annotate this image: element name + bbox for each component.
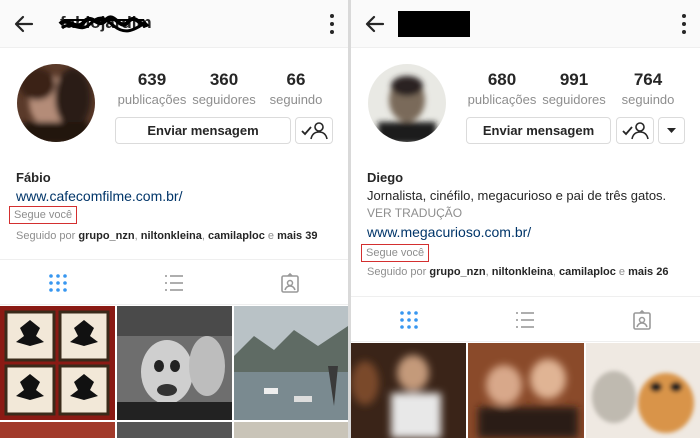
stat-followers[interactable]: 360 seguidores [186,70,262,107]
post-thumbnail[interactable] [117,306,232,420]
stat-number: 764 [633,70,663,89]
avatar[interactable] [17,64,95,142]
profile-bio: Jornalista, cinéfilo, megacurioso e pai … [367,188,667,203]
suggestions-dropdown-button[interactable] [658,117,685,144]
grid-icon[interactable] [47,272,69,294]
follows-you-badge: Segue você [9,206,78,224]
profile-panel-left: fabiojardim 639 publicações 360 seguidor… [0,0,348,438]
list-icon[interactable] [163,272,185,294]
profile-tabs [0,259,348,305]
stat-number: 639 [137,70,167,89]
website-link[interactable]: www.megacurioso.com.br/ [367,224,531,240]
followed-by-text[interactable]: Seguido por grupo_nzn, niltonkleina, cam… [16,230,317,242]
send-message-button[interactable]: Enviar mensagem [466,117,611,144]
stat-number: 360 [209,70,239,89]
send-message-button[interactable]: Enviar mensagem [115,117,291,144]
translate-link[interactable]: VER TRADUÇÃO [367,206,462,220]
followed-user[interactable]: camilaploc [208,230,265,242]
chevron-down-icon [667,128,676,133]
back-arrow-icon[interactable] [12,12,36,36]
stat-following[interactable]: 66 seguindo [264,70,328,107]
followed-user[interactable]: niltonkleina [141,230,202,242]
followed-user[interactable]: grupo_nzn [429,266,485,278]
followed-by-text[interactable]: Seguido por grupo_nzn, niltonkleina, cam… [367,266,668,278]
followed-by-and: e [618,266,626,278]
more-vertical-icon[interactable] [330,14,334,34]
stat-number: 66 [286,70,306,89]
post-thumbnail[interactable] [468,343,584,438]
stat-label: publicações [117,92,187,107]
back-arrow-icon[interactable] [363,12,387,36]
post-thumbnail[interactable] [117,422,232,438]
following-button[interactable] [616,117,654,144]
following-check-icon [622,122,649,140]
followed-user[interactable]: niltonkleina [492,266,553,278]
following-button[interactable] [295,117,333,144]
followed-by-and: e [267,230,275,242]
top-bar [351,0,700,48]
stat-label: seguindo [269,92,323,107]
stat-posts[interactable]: 639 publicações [113,70,191,107]
more-vertical-icon[interactable] [682,14,686,34]
username-redaction [398,11,470,37]
followed-by-more[interactable]: mais 26 [628,266,668,278]
tagged-icon[interactable] [279,272,301,294]
profile-tabs [351,296,700,342]
stat-posts[interactable]: 680 publicações [463,70,541,107]
post-thumbnail[interactable] [351,343,466,438]
stat-label: seguindo [621,92,675,107]
followed-by-more[interactable]: mais 39 [277,230,317,242]
username-scribble [58,15,150,33]
followed-by-prefix: Seguido por [367,266,430,278]
stat-label: seguidores [192,92,256,107]
stat-number: 991 [559,70,589,89]
grid-icon[interactable] [398,309,420,331]
post-thumbnail[interactable] [234,306,348,420]
post-thumbnail[interactable] [234,422,348,438]
profile-name: Fábio [16,170,51,185]
post-thumbnail[interactable] [586,343,700,438]
stat-following[interactable]: 764 seguindo [615,70,681,107]
avatar[interactable] [368,64,446,142]
stat-number: 680 [487,70,517,89]
profile-panel-right: 680 publicações 991 seguidores 764 segui… [351,0,700,438]
followed-user[interactable]: camilaploc [559,266,616,278]
top-bar: fabiojardim [0,0,348,48]
followed-user[interactable]: grupo_nzn [78,230,134,242]
tagged-icon[interactable] [631,309,653,331]
post-thumbnail[interactable] [0,306,115,420]
follows-you-badge: Segue você [361,244,430,262]
website-link[interactable]: www.cafecomfilme.com.br/ [16,188,182,204]
profile-name: Diego [367,170,404,185]
stat-label: publicações [467,92,537,107]
following-check-icon [301,122,328,140]
list-icon[interactable] [514,309,536,331]
followed-by-prefix: Seguido por [16,230,79,242]
post-thumbnail[interactable] [0,422,115,438]
stat-followers[interactable]: 991 seguidores [536,70,612,107]
stat-label: seguidores [542,92,606,107]
